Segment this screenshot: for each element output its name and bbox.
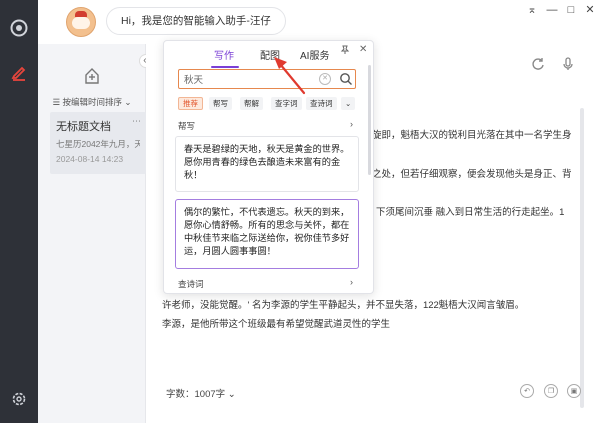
chip-help-write[interactable]: 帮写	[209, 97, 232, 110]
card-line: 秋！	[184, 170, 203, 180]
chips-expand-icon[interactable]: ⌄	[341, 97, 356, 110]
clear-search-icon[interactable]: ✕	[319, 73, 331, 85]
refresh-icon[interactable]	[530, 56, 546, 72]
editor-text-line: 下须尾间沉垂 融入到日常生活的行走起坐。1	[376, 207, 565, 218]
card-line: 运，月圆人圆事事圆！	[184, 246, 276, 256]
active-tab-indicator	[211, 66, 239, 68]
assistant-greeting: Hi，我是您的智能输入助手-汪仔	[106, 7, 286, 35]
copy-icon[interactable]: ❐	[544, 384, 558, 398]
chip-recommend[interactable]: 推荐	[178, 97, 203, 110]
document-more-icon[interactable]: ⋯	[132, 116, 141, 127]
card-line: 中秋佳节来临之际送给你，祝你佳节多好	[184, 233, 350, 243]
top-bar: Hi，我是您的智能输入助手-汪仔 ⌅ — □ ✕	[38, 0, 600, 44]
pin-window-icon[interactable]: ⌅	[526, 4, 538, 16]
settings-gear-icon[interactable]	[9, 389, 29, 409]
suggestion-card[interactable]: 春天是碧绿的天地，秋天是黄金的世界。 愿你用青春的绿色去酿造未来富有的金 秋！	[175, 136, 359, 192]
section-lookup-poems: 查诗词	[178, 279, 204, 289]
chip-lookup-words[interactable]: 查字词	[271, 97, 302, 110]
new-document-icon[interactable]	[75, 59, 109, 93]
tab-writing[interactable]: 写作	[214, 47, 234, 62]
document-snippet: 七星历2042年九月，天风...	[56, 139, 140, 149]
microphone-icon[interactable]	[560, 56, 576, 72]
card-line: 偶尔的繁忙，不代表遗忘。秋天的到来，	[184, 207, 350, 217]
word-count[interactable]: 字数：1007字 ⌄	[166, 386, 236, 400]
chevron-right-icon[interactable]: ›	[350, 119, 353, 129]
chip-help-explain[interactable]: 帮解	[240, 97, 263, 110]
pin-panel-icon[interactable]	[340, 45, 350, 57]
close-panel-icon[interactable]: ✕	[359, 44, 367, 55]
sort-by-edit-time[interactable]: ☰ 按编辑时间排序 ⌄	[38, 96, 146, 108]
document-date: 2024-08-14 14:23	[56, 154, 124, 164]
app-logo-icon[interactable]	[9, 18, 29, 38]
assistant-panel: 写作 配图 AI服务 ✕ ✕ 推荐 帮写 帮解 查字词 查诗词 ⌄ 帮写 › 春…	[163, 40, 374, 294]
suggestion-card-selected[interactable]: 偶尔的繁忙，不代表遗忘。秋天的到来， 愿你心情舒畅。所有的思念与关怀，都在 中秋…	[175, 199, 359, 269]
tab-illustration[interactable]: 配图	[260, 47, 280, 62]
write-icon[interactable]	[9, 62, 29, 82]
chevron-right-icon[interactable]: ›	[350, 277, 353, 287]
save-icon[interactable]: ▣	[567, 384, 581, 398]
search-input[interactable]	[184, 72, 314, 86]
panel-scrollbar[interactable]	[368, 65, 371, 175]
chip-lookup-poems[interactable]: 查诗词	[306, 97, 337, 110]
card-line: 愿你用青春的绿色去酿造未来富有的金	[184, 157, 341, 167]
minimize-button[interactable]: —	[546, 4, 558, 16]
editor-scrollbar[interactable]	[580, 108, 584, 408]
search-box[interactable]: ✕	[178, 69, 356, 89]
editor-text-line: 李源，是他所带这个班级最有希望觉醒武道灵性的学生	[162, 319, 391, 330]
editor-text-line: 旋即，魁梧大汉的锐利目光落在其中一名学生身	[372, 130, 572, 141]
editor-text-line: 许老师，没能觉醒。' 名为李源的学生平静起头，并不显失落，122魁梧大汉闻言皱眉…	[162, 300, 525, 311]
document-title: 无标题文档	[56, 121, 111, 133]
undo-icon[interactable]: ↶	[520, 384, 534, 398]
editor-text-line: 之处，但若仔细观察，便会发现他头是身正、背	[372, 169, 572, 180]
left-rail	[0, 0, 38, 423]
card-line: 愿你心情舒畅。所有的思念与关怀，都在	[184, 220, 350, 230]
assistant-avatar[interactable]	[66, 7, 96, 37]
close-window-button[interactable]: ✕	[584, 4, 596, 16]
card-line: 春天是碧绿的天地，秋天是黄金的世界。	[184, 144, 350, 154]
document-list-pane: ☰ 按编辑时间排序 ⌄ 无标题文档 七星历2042年九月，天风... 2024-…	[38, 44, 146, 423]
maximize-button[interactable]: □	[565, 4, 577, 16]
tab-ai-service[interactable]: AI服务	[300, 47, 329, 62]
section-help-write: 帮写	[178, 121, 196, 131]
search-icon[interactable]	[339, 72, 353, 86]
document-item[interactable]: 无标题文档 七星历2042年九月，天风... 2024-08-14 14:23 …	[50, 112, 146, 174]
